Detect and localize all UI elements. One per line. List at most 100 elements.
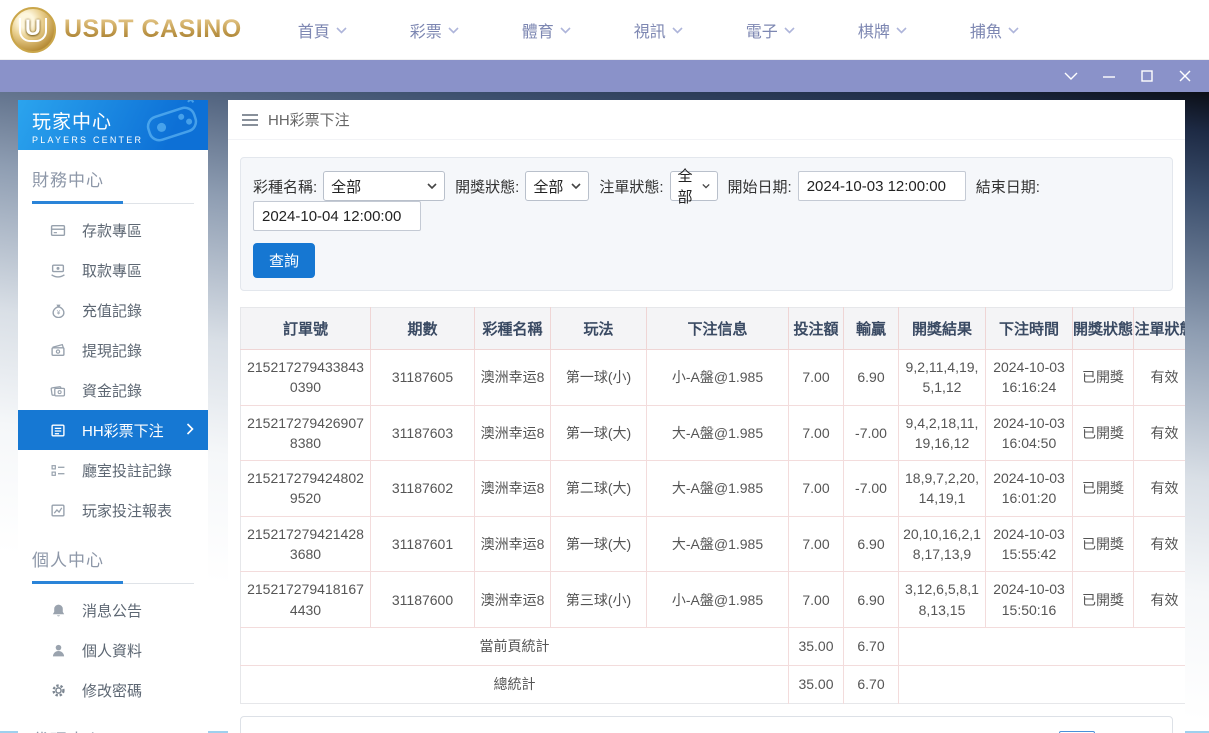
- table-row: 215217279418167443031187600澳洲幸运8第三球(小)小-…: [241, 572, 1186, 628]
- cell-period: 31187603: [371, 405, 475, 461]
- col-order-status: 注單狀態: [1134, 308, 1186, 350]
- cell-draw-status: 已開獎: [1073, 516, 1134, 572]
- nav-item-video[interactable]: 視訊: [634, 18, 683, 42]
- query-button[interactable]: 查詢: [253, 243, 315, 278]
- cell-draw-status: 已開獎: [1073, 572, 1134, 628]
- chevron-down-icon: [702, 183, 710, 189]
- cell-draw-status: 已開獎: [1073, 461, 1134, 517]
- order-status-label: 注單狀態:: [599, 176, 663, 197]
- chevron-down-icon: [784, 27, 795, 34]
- moneybag-icon: ¥: [50, 303, 66, 318]
- draw-status-select[interactable]: 全部: [525, 171, 589, 201]
- start-date-input[interactable]: [798, 171, 966, 201]
- cell-bet-info: 大-A盤@1.985: [647, 405, 789, 461]
- nav-item-fishing[interactable]: 捕魚: [970, 18, 1019, 42]
- sidebar-item-change-password[interactable]: 修改密碼: [18, 670, 208, 710]
- maximize-icon[interactable]: [1139, 68, 1155, 84]
- cell-period: 31187600: [371, 572, 475, 628]
- filter-panel: 彩種名稱: 全部 開獎狀態: 全部 注單狀態: 全部 開始: [240, 157, 1173, 291]
- nav-label: 電子: [746, 18, 778, 42]
- app-body: 玩家中心 PLAYERS CENTER 財務中心 存款專區 取款專區 ¥ 充值記…: [0, 92, 1209, 733]
- sidebar-item-hall-bet-record[interactable]: 廳室投註記錄: [18, 450, 208, 490]
- col-play-type: 玩法: [551, 308, 647, 350]
- nav-item-cards[interactable]: 棋牌: [858, 18, 907, 42]
- cell-bet-time: 2024-10-03 16:16:24: [986, 350, 1073, 406]
- lottery-name-select[interactable]: 全部: [323, 171, 445, 201]
- cell-order-id: 2152172794248029520: [241, 461, 371, 517]
- cell-bet-info: 大-A盤@1.985: [647, 516, 789, 572]
- cell-draw-result: 20,10,16,2,18,17,13,9: [899, 516, 986, 572]
- cell-draw-result: 3,12,6,5,8,18,13,15: [899, 572, 986, 628]
- sidebar-item-deposit[interactable]: 存款專區: [18, 210, 208, 250]
- logo[interactable]: U USDT CASINO: [10, 7, 242, 53]
- cell-draw-result: 9,4,2,18,11,19,16,12: [899, 405, 986, 461]
- nav-item-slots[interactable]: 電子: [746, 18, 795, 42]
- sidebar-item-label: 玩家投注報表: [82, 500, 172, 521]
- col-bet-amount: 投注額: [789, 308, 844, 350]
- top-header: U USDT CASINO 首頁 彩票 體育 視訊 電子 棋牌 捕魚: [0, 0, 1209, 60]
- col-draw-status: 開獎狀態: [1073, 308, 1134, 350]
- nav-label: 彩票: [410, 18, 442, 42]
- cell-order-id: 2152172794269078380: [241, 405, 371, 461]
- cell-play-type: 第一球(大): [551, 516, 647, 572]
- logo-text: USDT CASINO: [64, 15, 242, 44]
- cell-draw-status: 已開獎: [1073, 350, 1134, 406]
- nav-label: 棋牌: [858, 18, 890, 42]
- cell-order-status: 有效: [1134, 572, 1186, 628]
- summary-winloss-total: 6.70: [844, 665, 899, 703]
- sidebar-item-profile[interactable]: 個人資料: [18, 630, 208, 670]
- section-title: 財務中心: [32, 166, 194, 191]
- chevron-down-icon: [896, 27, 907, 34]
- logo-initial: U: [19, 18, 47, 42]
- sidebar-item-label: 存款專區: [82, 220, 142, 241]
- cell-bet-amount: 7.00: [789, 350, 844, 406]
- cell-order-id: 2152172794181674430: [241, 572, 371, 628]
- cell-winloss: -7.00: [844, 405, 899, 461]
- cell-order-status: 有效: [1134, 461, 1186, 517]
- cell-order-id: 2152172794214283680: [241, 516, 371, 572]
- cell-period: 31187602: [371, 461, 475, 517]
- nav-label: 視訊: [634, 18, 666, 42]
- minimize-icon[interactable]: [1101, 68, 1117, 84]
- cell-lottery-name: 澳洲幸运8: [475, 516, 551, 572]
- sidebar-item-funds-record[interactable]: 資金記錄: [18, 370, 208, 410]
- dropdown-chevron-icon[interactable]: [1063, 68, 1079, 84]
- main-nav: 首頁 彩票 體育 視訊 電子 棋牌 捕魚: [298, 18, 1019, 42]
- order-status-select[interactable]: 全部: [670, 171, 718, 201]
- table-row: 215217279433843039031187605澳洲幸运8第一球(小)小-…: [241, 350, 1186, 406]
- sidebar-item-withdrawal-record[interactable]: 提現記錄: [18, 330, 208, 370]
- hamburger-menu-icon[interactable]: [242, 114, 258, 126]
- sidebar-item-withdraw[interactable]: 取款專區: [18, 250, 208, 290]
- sidebar-item-label: 充值記錄: [82, 300, 142, 321]
- cell-winloss: 6.90: [844, 350, 899, 406]
- nav-item-sports[interactable]: 體育: [522, 18, 571, 42]
- funds-icon: [50, 383, 66, 398]
- nav-item-home[interactable]: 首頁: [298, 18, 347, 42]
- end-date-input[interactable]: [253, 201, 421, 231]
- cell-lottery-name: 澳洲幸运8: [475, 572, 551, 628]
- report-chart-icon: [50, 503, 66, 518]
- sidebar-item-hh-lottery-bets[interactable]: HH彩票下注: [18, 410, 208, 450]
- nav-label: 體育: [522, 18, 554, 42]
- cell-play-type: 第一球(大): [551, 405, 647, 461]
- end-date-label: 結束日期:: [976, 176, 1040, 197]
- chevron-down-icon: [448, 27, 459, 34]
- gear-icon: [50, 683, 66, 698]
- cell-lottery-name: 澳洲幸运8: [475, 461, 551, 517]
- sidebar-item-label: 個人資料: [82, 640, 142, 661]
- sidebar-item-label: 提現記錄: [82, 340, 142, 361]
- cell-period: 31187605: [371, 350, 475, 406]
- banknote-icon: [50, 343, 66, 358]
- close-icon[interactable]: [1177, 68, 1193, 84]
- sidebar-item-recharge-record[interactable]: ¥ 充值記錄: [18, 290, 208, 330]
- col-lottery-name: 彩種名稱: [475, 308, 551, 350]
- cell-bet-amount: 7.00: [789, 572, 844, 628]
- col-draw-result: 開獎結果: [899, 308, 986, 350]
- sidebar-item-announcements[interactable]: 消息公告: [18, 590, 208, 630]
- sidebar-item-player-bet-report[interactable]: 玩家投注報表: [18, 490, 208, 530]
- cell-winloss: 6.90: [844, 572, 899, 628]
- nav-item-lottery[interactable]: 彩票: [410, 18, 459, 42]
- col-order-id: 訂單號: [241, 308, 371, 350]
- user-icon: [50, 643, 66, 658]
- cell-play-type: 第一球(小): [551, 350, 647, 406]
